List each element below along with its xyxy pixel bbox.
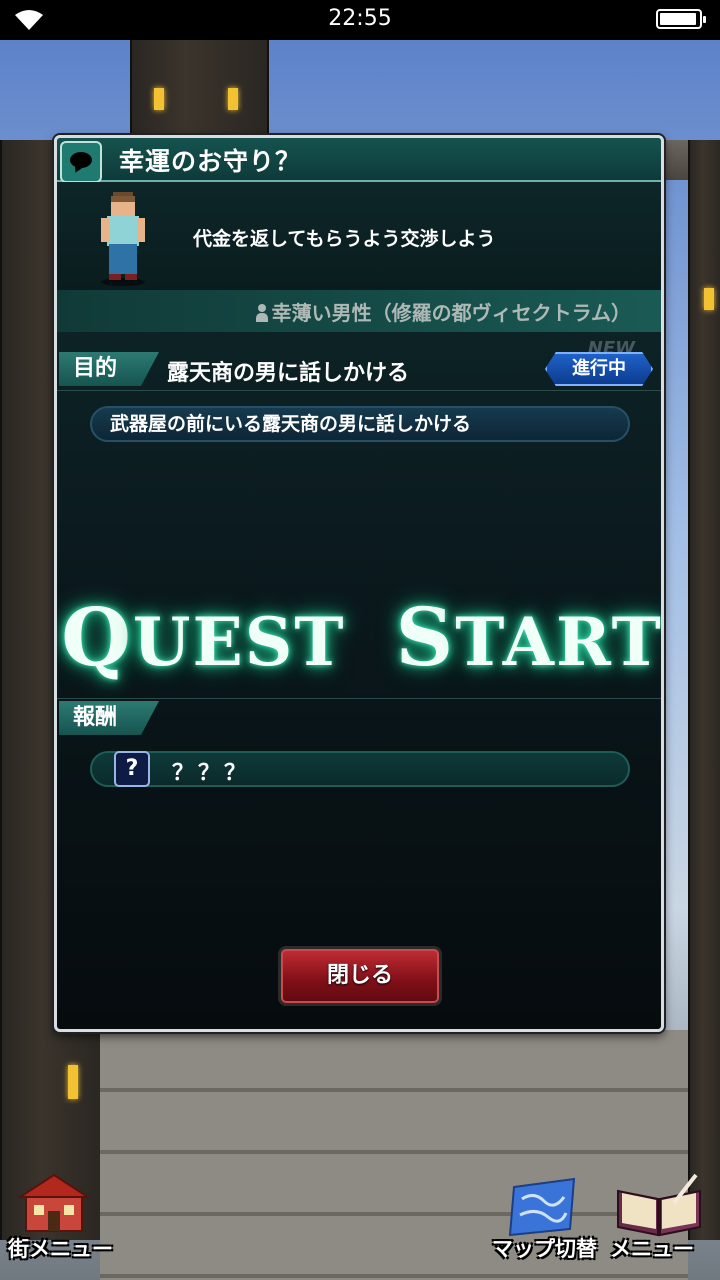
town-house-icon [16, 1173, 92, 1232]
question-icon: ? [114, 751, 150, 787]
map-switch-button[interactable]: マップ切替 [490, 1165, 602, 1275]
status-bar: 22:55 [0, 0, 720, 40]
menu-book-icon [617, 1173, 701, 1237]
close-button[interactable]: 閉じる [278, 946, 442, 1006]
quest-title: 幸運のお守り？ [119, 147, 302, 176]
menu-button[interactable]: メニュー [606, 1165, 720, 1275]
banner-initial-s: S [395, 590, 456, 684]
person-icon [255, 304, 269, 322]
background-wall-right [688, 140, 720, 1240]
banner-word-rest-1: UEST [132, 603, 346, 681]
background-tower [130, 40, 269, 140]
objective-text: 露天商の男に話しかける [167, 361, 410, 386]
reward-row: 報酬 [57, 698, 661, 735]
map-scroll-icon [508, 1177, 576, 1237]
banner-word-rest-2: TART [455, 603, 663, 681]
quest-giver-name: 幸薄い男性（修羅の都ヴィセクトラム） [255, 297, 631, 326]
quest-giver-sprite [101, 192, 145, 286]
banner-initial-q: Q [61, 590, 133, 684]
quest-giver-label: 幸薄い男性（修羅の都ヴィセクトラム） [271, 301, 631, 325]
objective-row: 目的 露天商の男に話しかける NEW 進行中 [57, 338, 661, 391]
reward-text: ？？？ [172, 761, 251, 786]
objective-detail: 武器屋の前にいる露天商の男に話しかける [90, 406, 630, 442]
clock: 22:55 [328, 6, 392, 31]
town-menu-button[interactable]: 街メニュー [0, 1165, 120, 1275]
quest-dialog: 幸運のお守り？ 代金を返してもらうよう交渉しよう 幸薄い男性（修羅の都ヴィセクト… [54, 135, 664, 1032]
quest-giver-panel: 代金を返してもらうよう交渉しよう [57, 182, 661, 290]
reward-box: ? ？？？ [90, 751, 630, 787]
speech-bubble-icon [60, 141, 102, 183]
quest-message: 代金を返してもらうよう交渉しよう [193, 228, 496, 250]
objective-label: 目的 [59, 352, 159, 386]
menu-label: メニュー [610, 1237, 694, 1261]
status-badge: 進行中 [545, 352, 653, 386]
map-switch-label: マップ切替 [492, 1237, 597, 1261]
dialog-title-bar: 幸運のお守り？ [57, 138, 661, 183]
quest-giver-bar: 幸薄い男性（修羅の都ヴィセクトラム） [57, 290, 661, 332]
town-menu-label: 街メニュー [8, 1237, 113, 1261]
quest-start-banner: QUEST START [57, 590, 663, 684]
battery-icon [656, 9, 706, 29]
reward-label: 報酬 [59, 701, 159, 735]
